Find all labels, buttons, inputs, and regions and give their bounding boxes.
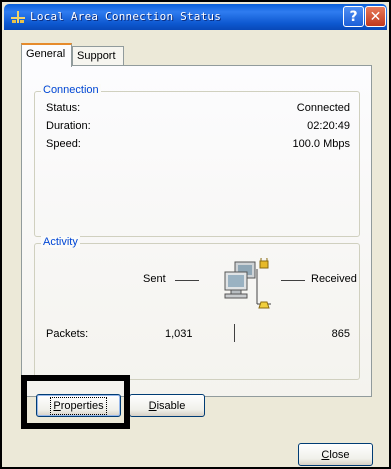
- speed-value: 100.0 Mbps: [292, 138, 350, 150]
- help-button[interactable]: ?: [343, 6, 364, 27]
- duration-label: Duration:: [46, 120, 91, 132]
- status-label: Status:: [46, 102, 81, 114]
- packets-sent-value: 1,031: [165, 328, 193, 340]
- speed-label: Speed:: [46, 138, 81, 150]
- status-dialog: Local Area Connection Status ? ✕ General…: [0, 0, 391, 469]
- title-bar[interactable]: Local Area Connection Status ? ✕: [4, 4, 387, 30]
- network-activity-icon: [224, 258, 271, 309]
- sent-line: [175, 280, 199, 281]
- packets-received-value: 865: [331, 328, 350, 340]
- activity-group-label: Activity: [41, 236, 80, 248]
- duration-value: 02:20:49: [307, 120, 350, 132]
- received-line: [281, 280, 305, 281]
- connection-group: Connection Status: Connected Duration: 0…: [34, 84, 360, 237]
- packets-label: Packets:: [46, 328, 89, 340]
- connection-group-label: Connection: [41, 84, 101, 96]
- window-title: Local Area Connection Status: [30, 10, 222, 23]
- status-value: Connected: [296, 102, 350, 114]
- packets-divider: [234, 324, 235, 342]
- tab-support[interactable]: Support: [72, 46, 124, 66]
- disable-button-mnemonic: D: [148, 399, 157, 412]
- general-tab-panel: Connection Status: Connected Duration: 0…: [21, 65, 372, 397]
- received-label: Received: [311, 273, 357, 285]
- disable-button[interactable]: Disable: [129, 394, 205, 417]
- network-connection-icon: [11, 11, 25, 23]
- close-button[interactable]: Close: [298, 443, 373, 466]
- tab-general[interactable]: General: [21, 43, 72, 67]
- sent-label: Sent: [143, 273, 166, 285]
- close-button-label: lose: [329, 448, 350, 461]
- title-close-button[interactable]: ✕: [365, 6, 386, 27]
- annotation-highlight-box: [21, 375, 130, 429]
- activity-group: Activity Sent Received Packets: 1,031 86…: [34, 236, 360, 380]
- disable-button-label: isable: [156, 399, 186, 412]
